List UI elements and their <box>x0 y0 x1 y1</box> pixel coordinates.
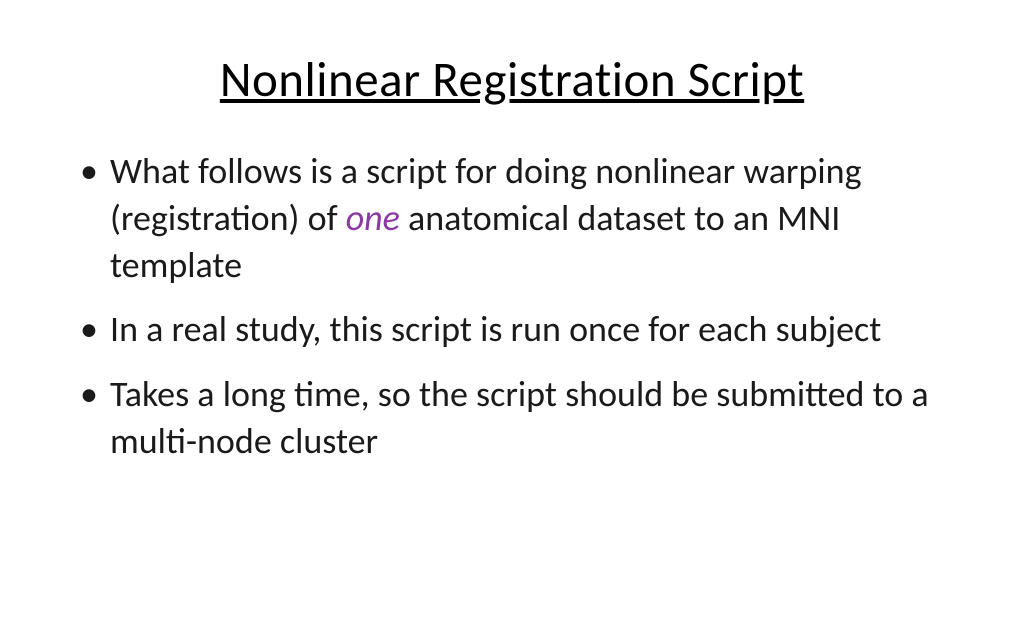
bullet-item: In a real study, this script is run once… <box>70 306 954 353</box>
bullet-item: What follows is a script for doing nonli… <box>70 148 954 288</box>
bullet-item: Takes a long time, so the script should … <box>70 371 954 465</box>
slide-title: Nonlinear Registration Script <box>70 50 954 110</box>
bullet-text-before: Takes a long time, so the script should … <box>110 372 929 463</box>
bullet-list: What follows is a script for doing nonli… <box>70 148 954 465</box>
bullet-highlight: one <box>346 196 400 240</box>
bullet-text-before: In a real study, this script is run once… <box>110 307 881 351</box>
